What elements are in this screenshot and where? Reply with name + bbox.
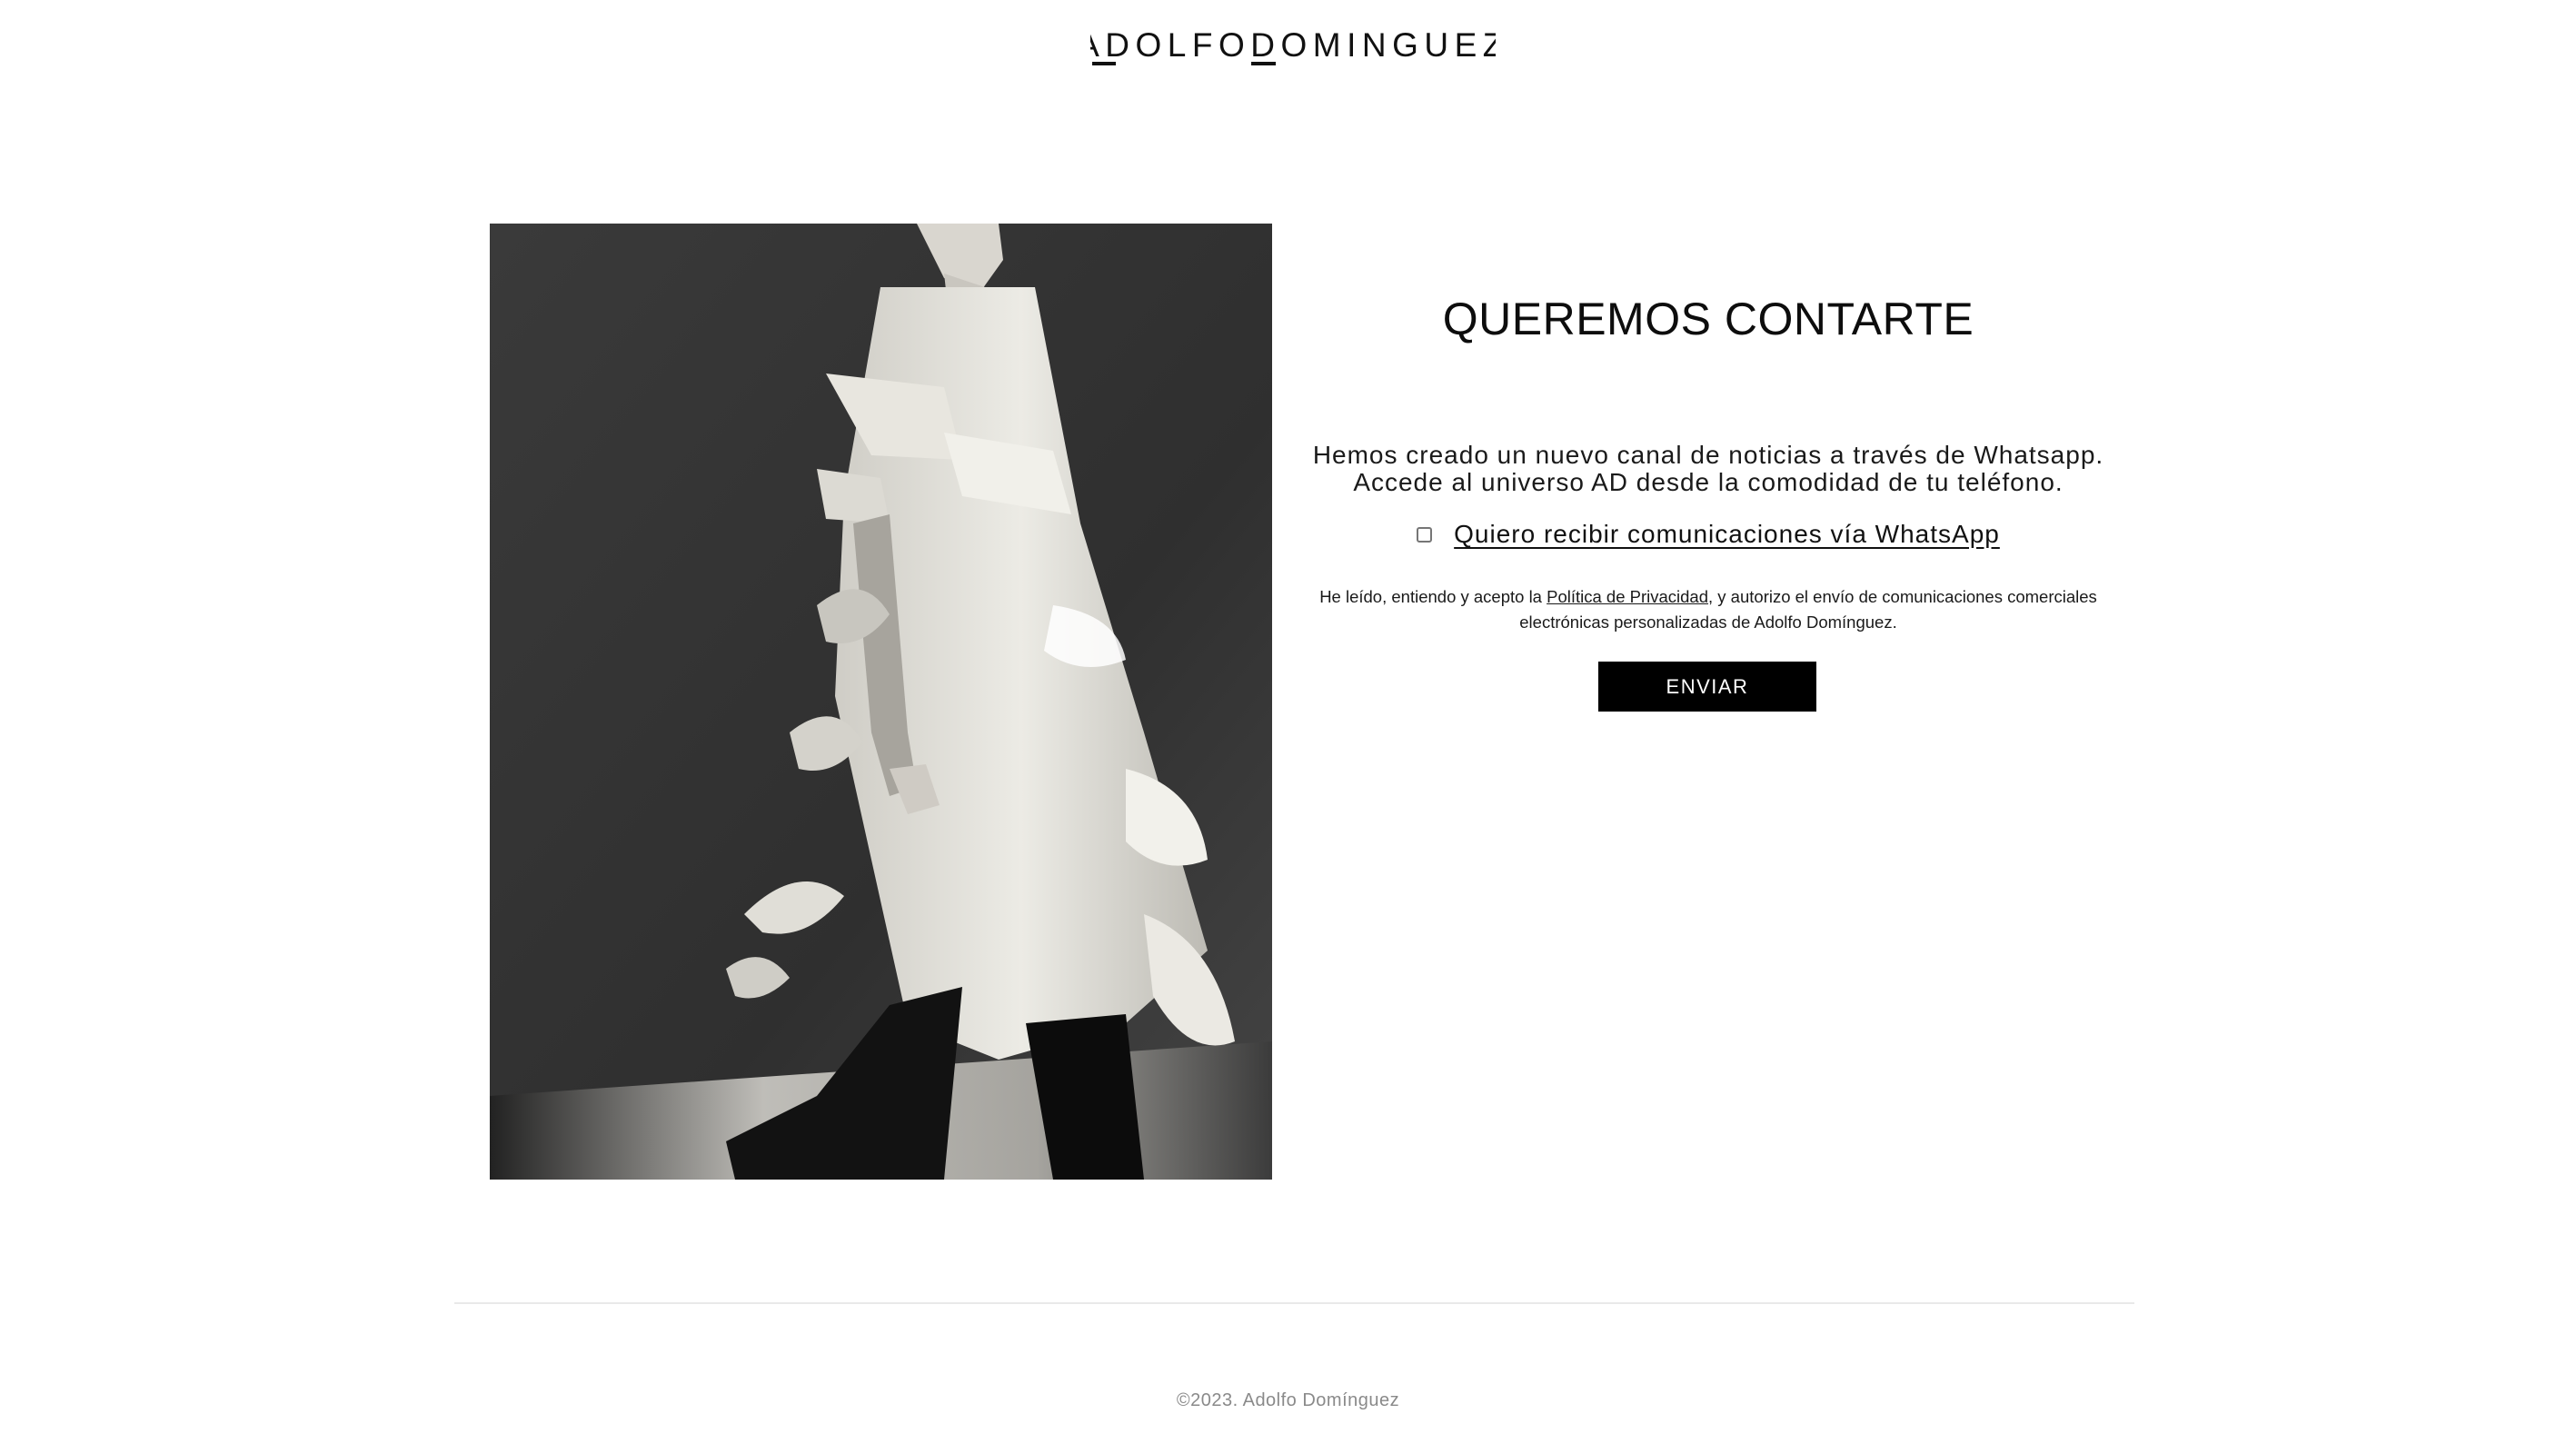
whatsapp-optin[interactable]: Quiero recibir comunicaciones vía WhatsA… bbox=[1308, 516, 2108, 553]
intro-text: Hemos creado un nuevo canal de noticias … bbox=[1308, 442, 2108, 496]
fashion-model-photo bbox=[490, 224, 1272, 1180]
brand-logo-wordmark: ADOLFODOMINGUEZ bbox=[1090, 26, 1496, 65]
brand-logo[interactable]: ADOLFODOMINGUEZ bbox=[1090, 25, 1496, 71]
logo-text: ADOLFODOMINGUEZ bbox=[1090, 26, 1496, 64]
intro-line-2: Accede al universo AD desde la comodidad… bbox=[1353, 468, 2064, 496]
privacy-consent-text: He leído, entiendo y acepto la Política … bbox=[1308, 584, 2108, 635]
consent-text-before: He leído, entiendo y acepto la bbox=[1319, 586, 1547, 606]
logo-underline-a bbox=[1092, 62, 1116, 65]
logo-underline-d bbox=[1251, 62, 1276, 65]
intro-line-1: Hemos creado un nuevo canal de noticias … bbox=[1312, 441, 2104, 469]
hero-photo bbox=[490, 224, 1272, 1180]
whatsapp-signup-panel: QUEREMOS CONTARTE Hemos creado un nuevo … bbox=[1308, 224, 2108, 769]
footer-divider bbox=[454, 1302, 2134, 1304]
privacy-policy-link[interactable]: Política de Privacidad bbox=[1547, 587, 1708, 606]
page-title: QUEREMOS CONTARTE bbox=[1442, 293, 1974, 344]
consent-text-after: , y autorizo el envío de comunicaciones … bbox=[1708, 586, 2097, 606]
whatsapp-optin-label[interactable]: Quiero recibir comunicaciones vía WhatsA… bbox=[1454, 520, 2000, 549]
submit-button[interactable]: ENVIAR bbox=[1598, 662, 1816, 712]
consent-text-line-2: electrónicas personalizadas de Adolfo Do… bbox=[1519, 612, 1897, 632]
site-header: ADOLFODOMINGUEZ bbox=[0, 0, 2576, 91]
whatsapp-optin-checkbox[interactable] bbox=[1417, 526, 1433, 543]
footer-copyright: ©2023. Adolfo Domínguez bbox=[1176, 1390, 1400, 1410]
